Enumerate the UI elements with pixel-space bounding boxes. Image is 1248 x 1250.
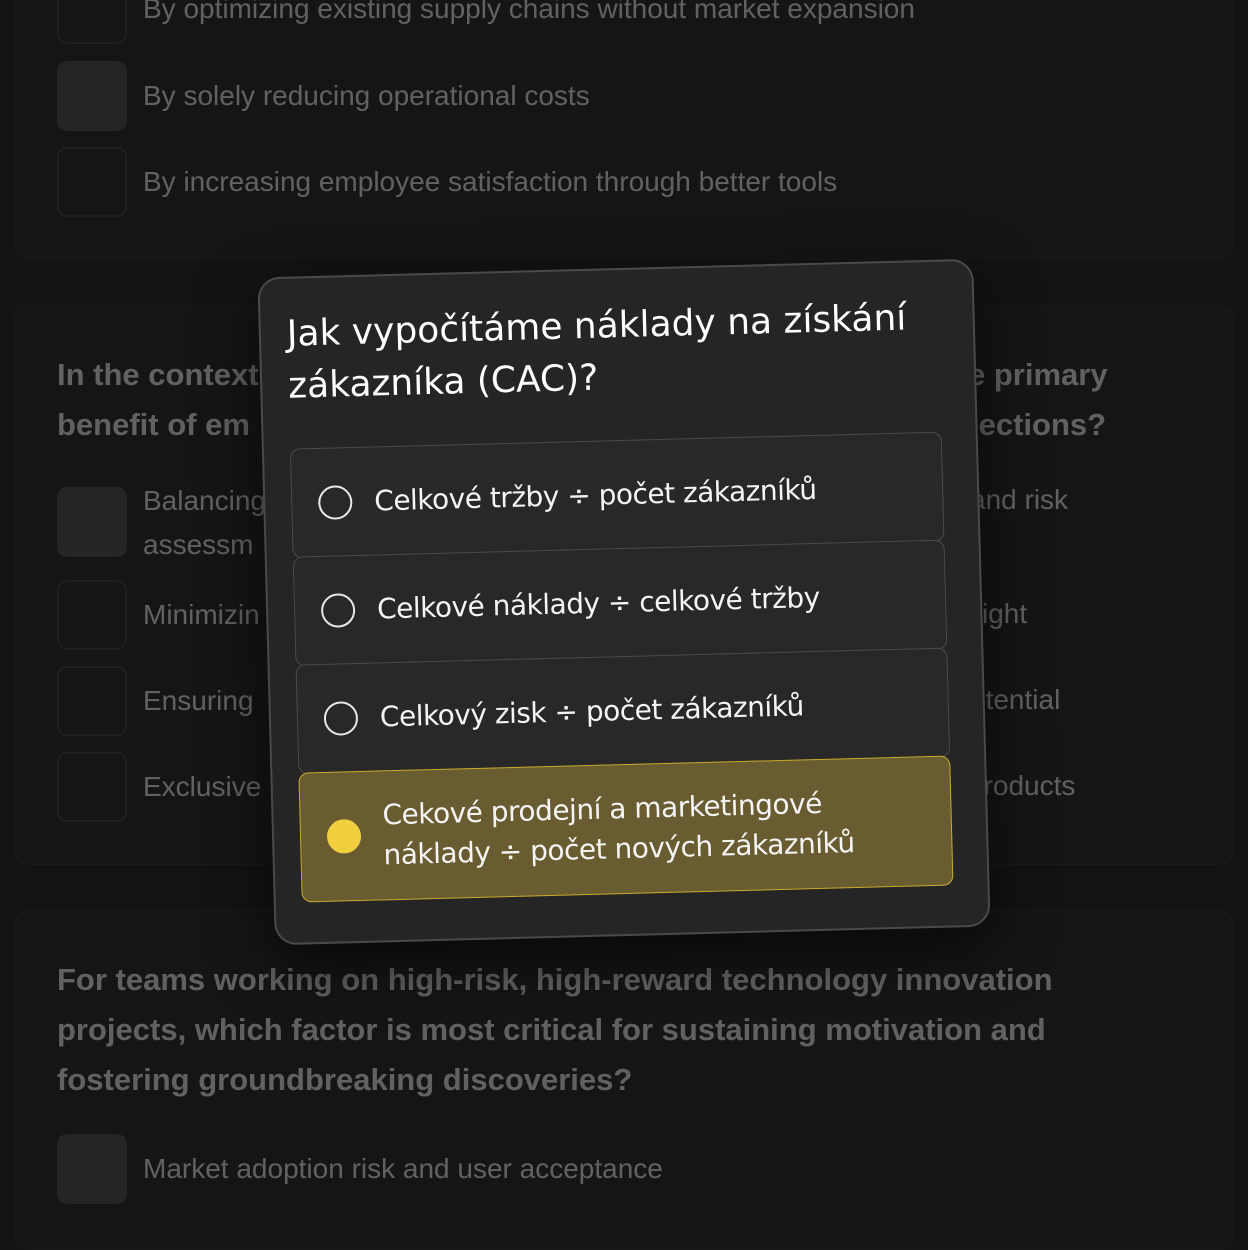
question-text-left-2: benefit of em	[57, 407, 250, 442]
answer-checkbox[interactable]	[57, 580, 127, 650]
answer-option[interactable]: Balancing assessm	[57, 485, 266, 560]
answer-checkbox[interactable]	[57, 147, 127, 217]
answer-label: By increasing employee satisfaction thro…	[143, 166, 838, 197]
answer-label: Balancing assessm	[143, 479, 266, 567]
answer-checkbox[interactable]	[57, 752, 127, 822]
answer-label: Exclusive	[143, 771, 262, 802]
radio-icon[interactable]	[317, 485, 353, 520]
answer-option[interactable]: By solely reducing operational costs	[57, 61, 590, 131]
answer-option[interactable]: Ensuring	[57, 666, 254, 736]
question-text-right-2: jections?	[970, 407, 1107, 442]
modal-option-label: Celkové tržby ÷ počet zákazníků	[373, 472, 817, 518]
answer-label: Minimizin	[143, 599, 260, 630]
modal-option-1[interactable]: Celkové tržby ÷ počet zákazníků	[289, 431, 945, 559]
modal-option-4-selected[interactable]: Cekové prodejní a marketingové náklady ÷…	[298, 755, 954, 903]
answer-option[interactable]: By optimizing existing supply chains wit…	[57, 0, 915, 44]
answer-option[interactable]: Market adoption risk and user acceptance	[57, 1134, 663, 1204]
modal-option-label: Celkové náklady ÷ celkové tržby	[376, 580, 821, 626]
answer-label-right: and risk	[970, 484, 1069, 515]
answer-label: Ensuring	[143, 685, 254, 716]
radio-selected-icon[interactable]	[326, 818, 362, 854]
modal-question-title: Jak vypočítáme náklady na získání zákazn…	[286, 297, 907, 407]
radio-icon[interactable]	[323, 701, 359, 736]
answer-option[interactable]: By increasing employee satisfaction thro…	[57, 147, 837, 217]
modal-option-label: Cekové prodejní a marketingové náklady ÷…	[382, 786, 855, 872]
modal-option-3[interactable]: Celkový zisk ÷ počet zákazníků	[295, 647, 951, 775]
answer-label: Market adoption risk and user acceptance	[143, 1153, 663, 1184]
radio-icon[interactable]	[320, 593, 356, 628]
question-text-right: e primary	[968, 350, 1168, 400]
answer-label-line-2: assessm	[143, 529, 254, 560]
modal-option-label: Celkový zisk ÷ počet zákazníků	[379, 689, 805, 734]
answer-label: By solely reducing operational costs	[143, 80, 590, 111]
quiz-modal: Jak vypočítáme náklady na získání zákazn…	[257, 258, 991, 946]
answer-checkbox[interactable]	[57, 666, 127, 736]
answer-checkbox[interactable]	[57, 1134, 127, 1204]
question-text-right-1: e primary	[968, 357, 1108, 392]
question-text-left-1: In the context	[57, 357, 259, 392]
answer-checkbox[interactable]	[57, 61, 127, 131]
answer-checkbox[interactable]	[57, 0, 127, 44]
answer-label: By optimizing existing supply chains wit…	[143, 0, 915, 24]
question-text-right: jections?	[970, 400, 1170, 450]
answer-option[interactable]: Exclusive	[57, 752, 261, 822]
answer-label-line-1: Balancing	[143, 485, 266, 516]
question-text: For teams working on high-risk, high-rew…	[57, 962, 1053, 1097]
modal-option-2[interactable]: Celkové náklady ÷ celkové tržby	[292, 539, 948, 667]
answer-checkbox[interactable]	[57, 487, 127, 557]
answer-option[interactable]: Minimizin	[57, 580, 260, 650]
